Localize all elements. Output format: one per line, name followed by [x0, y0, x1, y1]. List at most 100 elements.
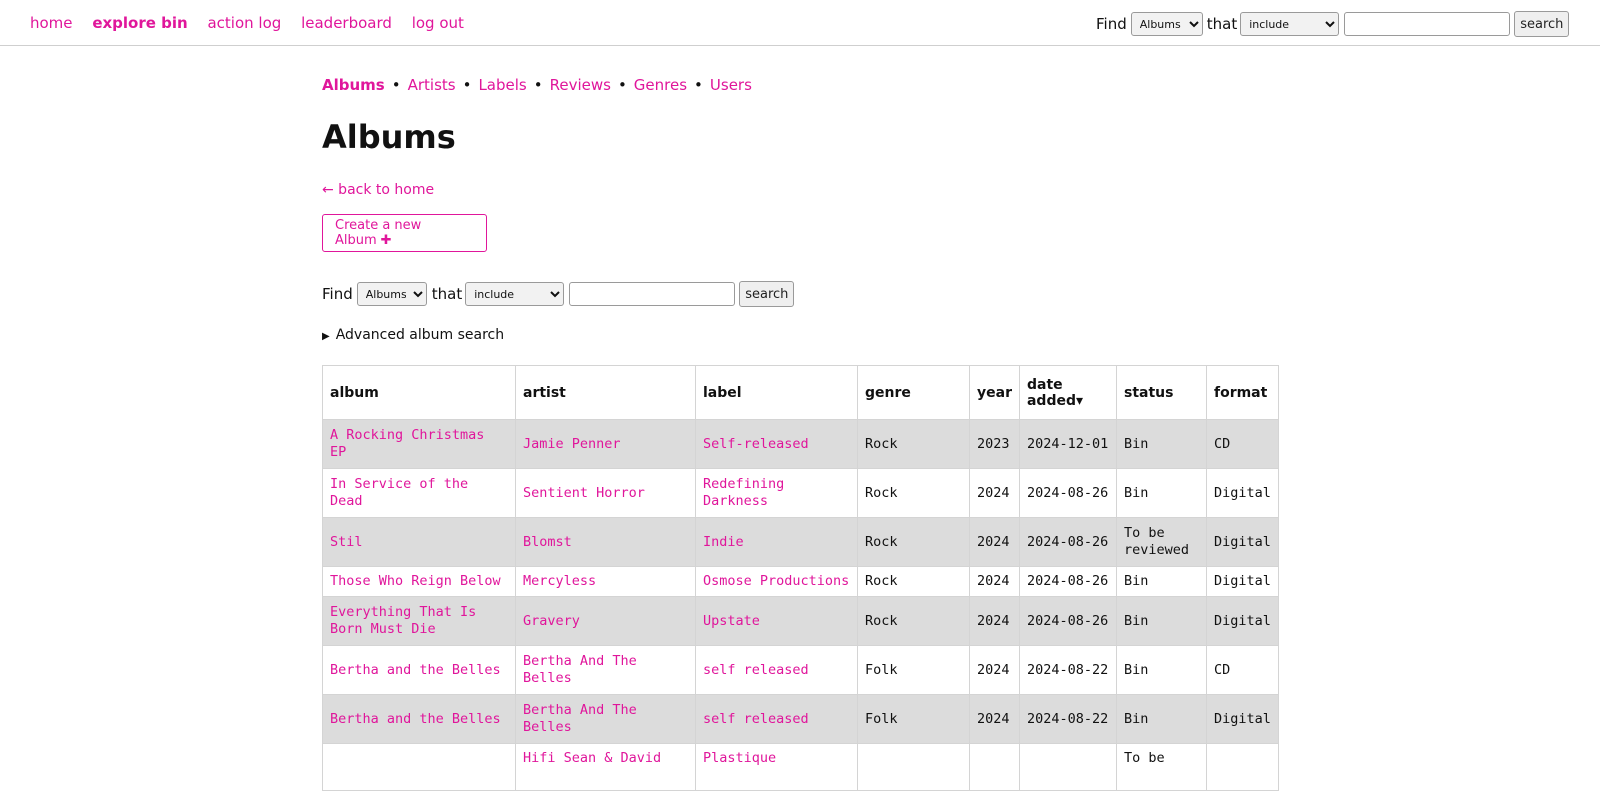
search-input[interactable]	[569, 282, 736, 306]
genre-cell: Rock	[857, 566, 970, 597]
format-cell: Digital	[1205, 566, 1279, 597]
date-cell: 2024-08-26	[1018, 517, 1117, 567]
label-cell[interactable]: self released	[695, 645, 858, 695]
artist-cell[interactable]: Bertha And The Belles	[515, 694, 696, 744]
back-to-home-link[interactable]: ← back to home	[322, 182, 434, 198]
label-cell[interactable]: Indie	[695, 517, 858, 567]
date-cell: 2024-12-01	[1018, 419, 1117, 469]
separator: •	[694, 76, 703, 94]
status-cell: Bin	[1115, 419, 1207, 469]
table-row: Stil Blomst Indie Rock 2024 2024-08-26 T…	[322, 517, 1279, 567]
section-reviews[interactable]: Reviews	[550, 76, 611, 94]
artist-cell[interactable]: Hifi Sean & David	[515, 743, 696, 791]
table-row: Bertha and the Belles Bertha And The Bel…	[322, 694, 1279, 744]
top-mode-select[interactable]: include	[1240, 12, 1340, 36]
search-button[interactable]: search	[739, 281, 795, 307]
artist-cell[interactable]: Blomst	[515, 517, 696, 567]
section-labels[interactable]: Labels	[478, 76, 526, 94]
header-format[interactable]: format	[1205, 365, 1279, 420]
header-year[interactable]: year	[969, 365, 1020, 420]
top-search-input[interactable]	[1344, 12, 1511, 36]
mode-select[interactable]: include	[465, 282, 565, 306]
nav-action-log[interactable]: action log	[207, 14, 281, 32]
genre-cell: Rock	[857, 419, 970, 469]
top-type-select[interactable]: Albums	[1130, 12, 1203, 36]
that-label: that	[431, 285, 463, 303]
header-label[interactable]: label	[695, 365, 858, 420]
nav-explore-bin[interactable]: explore bin	[92, 14, 187, 32]
nav-home[interactable]: home	[30, 14, 73, 32]
album-cell[interactable]: Bertha and the Belles	[322, 694, 516, 744]
genre-cell: Folk	[857, 645, 970, 695]
albums-table: album artist label genre year date added▾…	[322, 365, 1279, 791]
table-row: Everything That Is Born Must Die Gravery…	[322, 596, 1279, 646]
status-cell: Bin	[1115, 468, 1207, 518]
nav-log-out[interactable]: log out	[412, 14, 464, 32]
album-cell[interactable]	[322, 743, 516, 791]
album-cell[interactable]: In Service of the Dead	[322, 468, 516, 518]
artist-cell[interactable]: Sentient Horror	[515, 468, 696, 518]
genre-cell: Rock	[857, 596, 970, 646]
main-nav: home explore bin action log leaderboard …	[30, 14, 479, 32]
format-cell: Digital	[1205, 694, 1279, 744]
header-artist[interactable]: artist	[515, 365, 696, 420]
section-artists[interactable]: Artists	[408, 76, 456, 94]
section-albums[interactable]: Albums	[322, 76, 385, 94]
find-label: Find	[322, 285, 353, 303]
create-album-button[interactable]: Create a new Album ✚	[322, 214, 487, 252]
top-that-label: that	[1206, 15, 1238, 33]
separator: •	[533, 76, 543, 94]
top-find-label: Find	[1096, 15, 1127, 33]
header-date-added[interactable]: date added▾	[1018, 365, 1117, 420]
album-cell[interactable]: Everything That Is Born Must Die	[322, 596, 516, 646]
status-cell: Bin	[1115, 596, 1207, 646]
label-cell[interactable]: Osmose Productions	[695, 566, 858, 597]
year-cell: 2024	[969, 645, 1020, 695]
section-genres[interactable]: Genres	[634, 76, 687, 94]
date-cell	[1018, 743, 1117, 791]
label-cell[interactable]: Self-released	[695, 419, 858, 469]
artist-cell[interactable]: Jamie Penner	[515, 419, 696, 469]
artist-cell[interactable]: Gravery	[515, 596, 696, 646]
format-cell	[1205, 743, 1279, 791]
section-users[interactable]: Users	[710, 76, 752, 94]
format-cell: CD	[1205, 645, 1279, 695]
date-cell: 2024-08-26	[1018, 596, 1117, 646]
nav-leaderboard[interactable]: leaderboard	[301, 14, 392, 32]
genre-cell: Rock	[857, 517, 970, 567]
header-status[interactable]: status	[1115, 365, 1207, 420]
year-cell: 2023	[969, 419, 1020, 469]
header-album[interactable]: album	[322, 365, 516, 420]
table-row: Bertha and the Belles Bertha And The Bel…	[322, 645, 1279, 695]
advanced-search-toggle[interactable]: ▶ Advanced album search	[322, 327, 504, 343]
label-cell[interactable]: self released	[695, 694, 858, 744]
status-cell: Bin	[1115, 645, 1207, 695]
top-search-button[interactable]: search	[1514, 11, 1570, 37]
album-cell[interactable]: Those Who Reign Below	[322, 566, 516, 597]
label-cell[interactable]: Upstate	[695, 596, 858, 646]
status-cell: To be reviewed	[1115, 517, 1207, 567]
advanced-search-label: Advanced album search	[335, 327, 505, 343]
year-cell: 2024	[969, 517, 1020, 567]
date-cell: 2024-08-26	[1018, 468, 1117, 518]
album-cell[interactable]: Bertha and the Belles	[322, 645, 516, 695]
status-cell: Bin	[1115, 694, 1207, 744]
artist-cell[interactable]: Mercyless	[515, 566, 696, 597]
table-header-row: album artist label genre year date added▾…	[322, 365, 1279, 420]
label-cell[interactable]: Plastique	[695, 743, 858, 791]
year-cell: 2024	[969, 468, 1020, 518]
header-genre[interactable]: genre	[857, 365, 970, 420]
album-cell[interactable]: Stil	[322, 517, 516, 567]
date-cell: 2024-08-22	[1018, 694, 1117, 744]
plus-icon: ✚	[380, 233, 392, 248]
artist-cell[interactable]: Bertha And The Belles	[515, 645, 696, 695]
album-cell[interactable]: A Rocking Christmas EP	[322, 419, 516, 469]
type-select[interactable]: Albums	[356, 282, 427, 306]
create-album-label: Create a new Album	[335, 218, 422, 248]
label-cell[interactable]: Redefining Darkness	[695, 468, 858, 518]
date-cell: 2024-08-22	[1018, 645, 1117, 695]
top-bar: home explore bin action log leaderboard …	[0, 0, 1600, 46]
year-cell: 2024	[969, 566, 1020, 597]
format-cell: Digital	[1205, 517, 1279, 567]
format-cell: Digital	[1205, 596, 1279, 646]
